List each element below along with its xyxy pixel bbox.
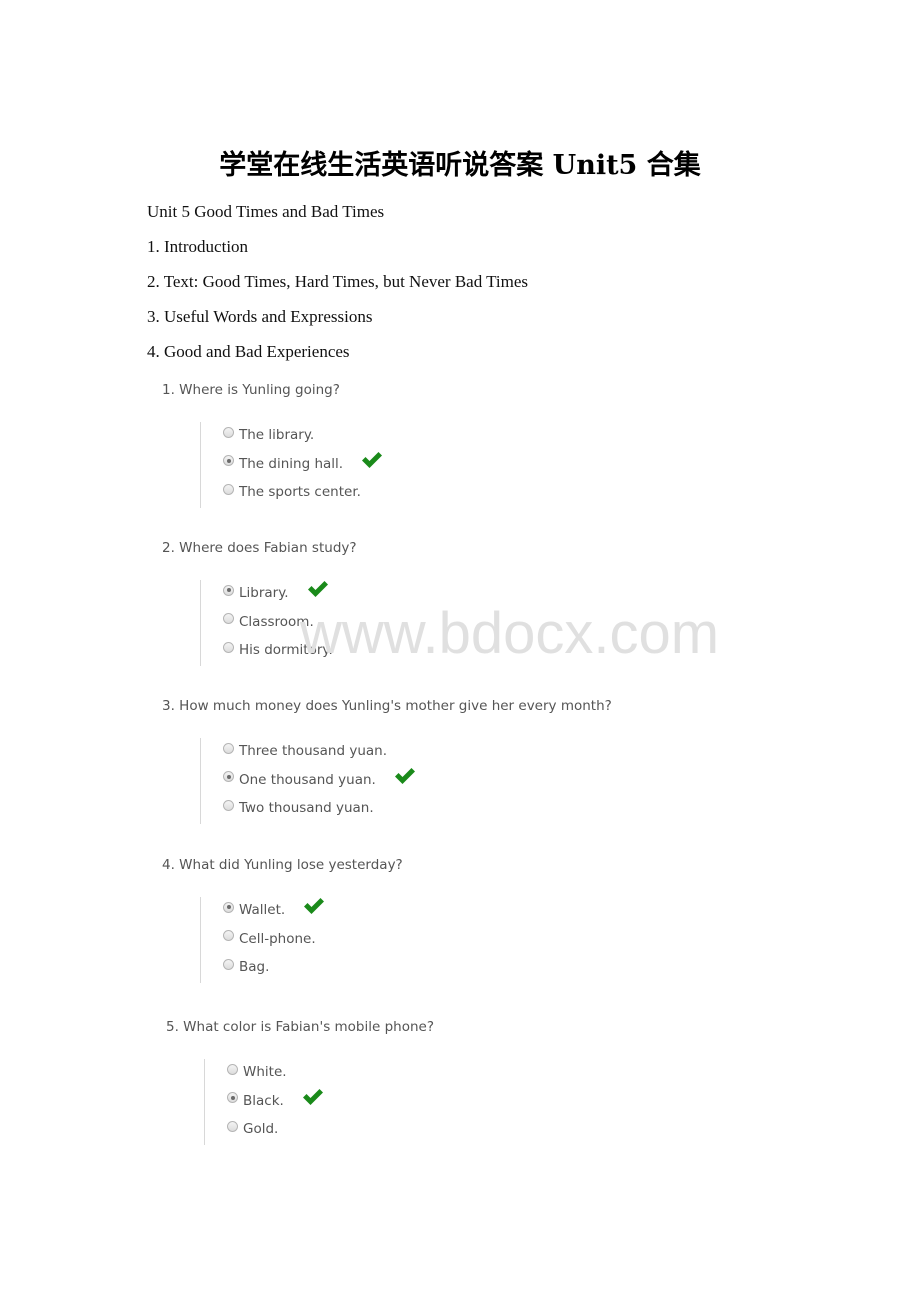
option-label: Three thousand yuan. [239, 743, 388, 759]
options-group: Wallet. Cell-phone. Bag. [200, 897, 501, 983]
question-text: 2. Where does Fabian study? [162, 540, 357, 556]
option-label: Black. [243, 1092, 284, 1109]
options-group: The library. The dining hall. The sports c… [200, 422, 501, 508]
option-label: White. [243, 1064, 287, 1080]
answer-option[interactable]: The sports center. [223, 482, 361, 502]
option-label: One thousand yuan. [239, 771, 376, 788]
option-label: Bag. [239, 959, 270, 975]
answer-option[interactable]: Wallet. [223, 897, 325, 920]
answer-option[interactable]: Black. [227, 1088, 324, 1111]
radio-unselected-icon[interactable] [223, 958, 234, 970]
document-page: 学堂在线生活英语听说答案 Unit5 合集 Unit 5 Good Times … [0, 0, 920, 1302]
option-label: Cell-phone. [239, 930, 316, 947]
checkmark-icon [307, 580, 329, 598]
options-group: Library. Classroom. His dormitory. [200, 580, 501, 666]
radio-selected-icon[interactable] [227, 1092, 238, 1103]
answer-option[interactable]: White. [227, 1062, 287, 1082]
radio-unselected-icon[interactable] [223, 742, 234, 754]
section-item: 4. Good and Bad Experiences [147, 342, 350, 361]
question-text: 4. What did Yunling lose yesterday? [162, 857, 403, 873]
answer-option[interactable]: His dormitory. [223, 640, 333, 660]
option-label: Classroom. [239, 613, 314, 630]
checkmark-icon [394, 767, 416, 785]
radio-unselected-icon[interactable] [223, 483, 234, 495]
options-group: White. Black. Gold. [204, 1059, 505, 1145]
section-item: 3. Useful Words and Expressions [147, 307, 373, 326]
answer-option[interactable]: Classroom. [223, 612, 314, 632]
document-title: 学堂在线生活英语听说答案 Unit5 合集 [219, 150, 701, 181]
unit-heading: Unit 5 Good Times and Bad Times [147, 202, 385, 221]
answer-option[interactable]: The dining hall. [223, 451, 383, 474]
answer-option[interactable]: Bag. [223, 957, 269, 977]
answer-option[interactable]: One thousand yuan. [223, 767, 416, 790]
answer-option[interactable]: Library. [223, 580, 329, 603]
radio-selected-icon[interactable] [223, 901, 234, 913]
radio-selected-icon[interactable] [223, 455, 234, 466]
option-label: The dining hall. [239, 455, 344, 472]
radio-unselected-icon[interactable] [223, 426, 234, 438]
checkmark-icon [361, 451, 383, 469]
option-label: The sports center. [239, 484, 361, 500]
radio-selected-icon[interactable] [223, 771, 234, 782]
answer-option[interactable]: Gold. [227, 1119, 278, 1139]
radio-unselected-icon[interactable] [227, 1120, 238, 1132]
question-text: 3. How much money does Yunling's mother … [162, 698, 612, 714]
section-item: 1. Introduction [147, 237, 249, 256]
radio-unselected-icon[interactable] [223, 799, 234, 811]
radio-unselected-icon[interactable] [223, 641, 234, 653]
option-label: Wallet. [239, 902, 286, 918]
answer-option[interactable]: Cell-phone. [223, 929, 316, 949]
section-item: 2. Text: Good Times, Hard Times, but Nev… [147, 272, 529, 291]
question-text: 1. Where is Yunling going? [162, 382, 340, 398]
answer-option[interactable]: Two thousand yuan. [223, 798, 374, 818]
radio-unselected-icon[interactable] [223, 613, 234, 624]
options-group: Three thousand yuan. One thousand yuan. Tw… [200, 738, 501, 824]
answer-option[interactable]: The library. [223, 425, 314, 445]
option-label: Library. [239, 585, 289, 601]
checkmark-icon [302, 1088, 324, 1106]
radio-unselected-icon[interactable] [227, 1063, 238, 1075]
option-label: His dormitory. [239, 642, 333, 658]
option-label: The library. [239, 427, 315, 443]
radio-unselected-icon[interactable] [223, 930, 234, 941]
answer-option[interactable]: Three thousand yuan. [223, 741, 387, 761]
option-label: Gold. [243, 1121, 279, 1137]
question-text: 5. What color is Fabian's mobile phone? [166, 1019, 435, 1035]
option-label: Two thousand yuan. [239, 800, 374, 816]
radio-selected-icon[interactable] [223, 584, 234, 596]
checkmark-icon [303, 897, 325, 915]
